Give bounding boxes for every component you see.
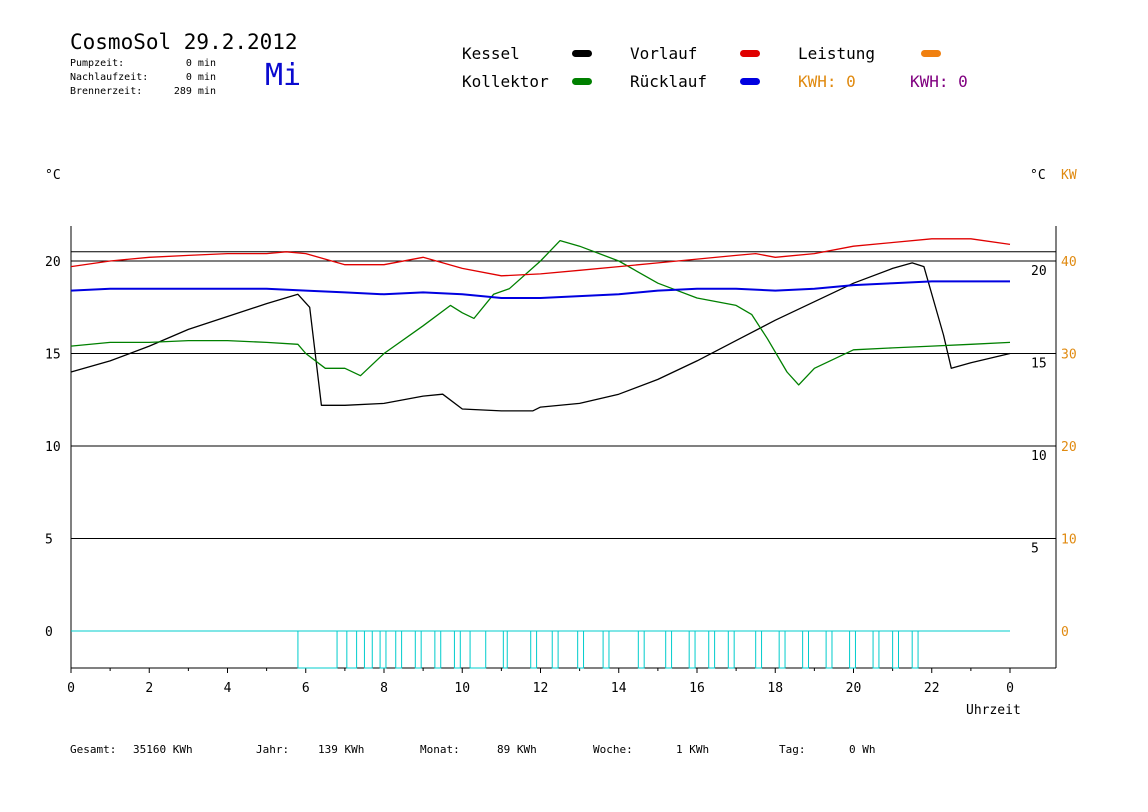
pump-pulse [688,630,696,669]
x-tick-label: 0 [67,681,75,696]
pump-pulse [602,630,610,669]
x-tick-label: 6 [302,681,310,696]
x-tick-label: 4 [224,681,232,696]
left-tick-label: 10 [45,440,61,455]
pump-pulse [502,630,508,669]
left-tick-label: 0 [45,625,53,640]
footer-woche-value: 1 KWh [676,743,710,756]
pump-pulse [379,630,387,669]
left-tick-label: 15 [45,348,61,363]
pump-pulse [453,630,461,669]
pump-pulse [551,630,559,669]
pump-pulse [665,630,673,669]
x-tick-label: 20 [846,681,862,696]
kw-tick-label: 10 [1061,533,1077,548]
pump-pulse [297,630,338,669]
pump-pulse [469,630,487,669]
pump-pulse [708,630,716,669]
pump-pulse [346,630,358,669]
pump-pulse [802,630,810,669]
series-line-kollektor [70,239,1011,386]
inner-right-tick-label: 15 [1031,357,1047,372]
x-tick-label: 10 [454,681,470,696]
x-tick-label: 0 [1006,681,1014,696]
footer-jahr-label: Jahr: [256,743,290,756]
pump-pulse [849,630,856,669]
footer-monat-value: 89 KWh [497,743,537,756]
x-tick-label: 18 [767,681,783,696]
inner-right-tick-label: 5 [1031,542,1039,557]
left-tick-label: 5 [45,533,53,548]
footer-woche-label: Woche: [593,743,633,756]
pump-pulse [414,630,422,669]
pump-pulse [872,630,880,669]
footer-monat-label: Monat: [420,743,460,756]
x-axis-label: Uhrzeit [966,703,1021,718]
pump-pulse [778,630,786,669]
kw-tick-label: 40 [1061,255,1077,270]
pump-pulse [727,630,735,669]
kw-tick-label: 20 [1061,440,1077,455]
pump-pulse [637,630,645,669]
x-tick-label: 12 [533,681,549,696]
kw-tick-label: 30 [1061,348,1077,363]
x-tick-label: 8 [380,681,388,696]
pump-pulse [395,630,403,669]
pump-pulse [825,630,833,669]
temperature-chart: 0 5 10 15 20 5 10 15 20 0 10 20 30 40 0 2 4 6 8 10 12 14 16 18 2… [45,226,1077,718]
pump-pulse [434,630,442,669]
inner-right-tick-label: 20 [1031,264,1047,279]
x-tick-label: 16 [689,681,705,696]
footer-tag-label: Tag: [779,743,806,756]
footer-gesamt-value: 35160 KWh [133,743,193,756]
pump-pulse [363,630,373,669]
series-line-ruecklauf [70,280,1010,299]
footer-gesamt-label: Gesamt: [70,743,117,756]
pump-pulse [530,630,538,669]
series-line-vorlauf [70,238,1011,277]
footer-tag-value: 0 Wh [849,743,876,756]
pump-pulse [892,630,899,669]
pump-pulse [911,630,919,669]
left-tick-label: 20 [45,255,61,270]
x-tick-label: 22 [924,681,940,696]
pump-pulse [755,630,763,669]
footer-jahr-value: 139 KWh [318,743,365,756]
inner-right-tick-label: 10 [1031,449,1047,464]
pump-pulse [577,630,585,669]
x-tick-label: 14 [611,681,627,696]
x-tick-label: 2 [145,681,153,696]
kw-tick-label: 0 [1061,625,1069,640]
